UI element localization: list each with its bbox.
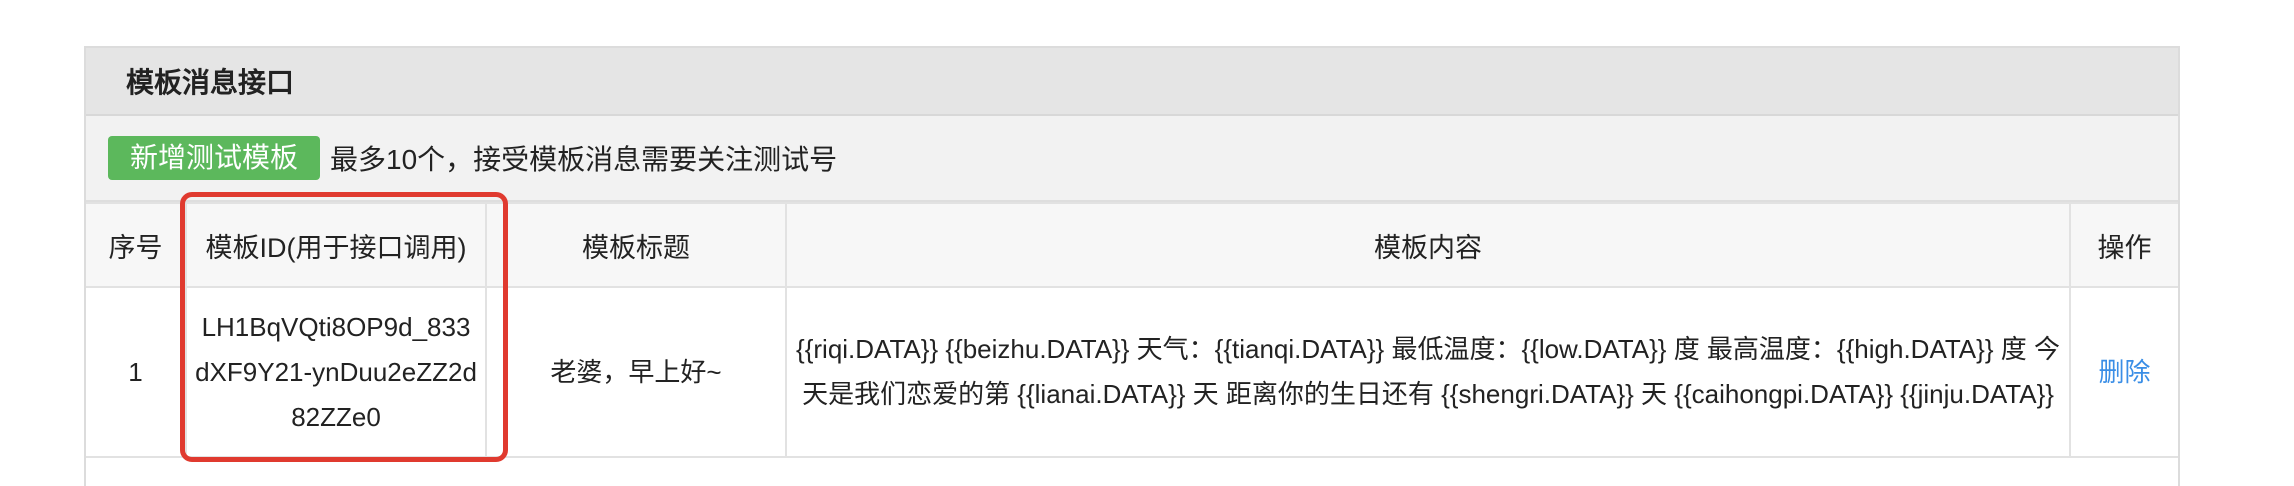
column-header-title: 模板标题 xyxy=(485,202,787,288)
column-header-content: 模板内容 xyxy=(785,202,2071,288)
column-header-index: 序号 xyxy=(86,202,187,288)
table-header-row: 序号 模板ID(用于接口调用) 模板标题 模板内容 操作 xyxy=(86,202,2178,288)
row-title: 老婆，早上好~ xyxy=(485,286,787,458)
column-header-actions: 操作 xyxy=(2069,202,2178,288)
template-limit-note: 最多10个，接受模板消息需要关注测试号 xyxy=(330,144,838,175)
table-row: 1 LH1BqVQti8OP9d_833dXF9Y21-ynDuu2eZZ2d8… xyxy=(86,286,2178,458)
delete-link[interactable]: 删除 xyxy=(2098,357,2150,387)
column-header-template-id: 模板ID(用于接口调用) xyxy=(185,202,487,288)
add-test-template-button[interactable]: 新增测试模板 xyxy=(108,136,321,180)
row-actions: 删除 xyxy=(2069,286,2178,458)
template-message-panel: 模板消息接口 新增测试模板 最多10个，接受模板消息需要关注测试号 序号 模板I… xyxy=(84,46,2180,486)
template-table: 序号 模板ID(用于接口调用) 模板标题 模板内容 操作 1 LH1BqVQti… xyxy=(86,202,2178,458)
row-template-id: LH1BqVQti8OP9d_833dXF9Y21-ynDuu2eZZ2d82Z… xyxy=(185,286,487,458)
row-content: {{riqi.DATA}} {{beizhu.DATA}} 天气：{{tianq… xyxy=(785,286,2071,458)
row-index: 1 xyxy=(86,286,187,458)
panel-title: 模板消息接口 xyxy=(86,48,2178,116)
toolbar: 新增测试模板 最多10个，接受模板消息需要关注测试号 xyxy=(86,116,2178,202)
